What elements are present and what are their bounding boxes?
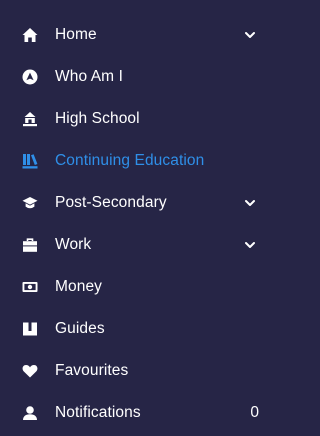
nav-item-post-secondary-label: Post-Secondary bbox=[55, 194, 167, 211]
nav-item-home-label: Home bbox=[55, 26, 97, 43]
chevron-down-icon[interactable] bbox=[244, 197, 256, 209]
nav-item-home[interactable]: Home bbox=[0, 15, 282, 55]
nav-item-high-school-label: High School bbox=[55, 110, 140, 127]
nav-item-notifications[interactable]: Notifications 0 bbox=[0, 393, 282, 433]
nav-item-guides[interactable]: Guides bbox=[0, 309, 282, 349]
nav-item-favourites[interactable]: Favourites bbox=[0, 351, 282, 391]
nav-item-continuing-education[interactable]: Continuing Education bbox=[0, 141, 282, 181]
heart-icon bbox=[22, 363, 38, 379]
nav-item-favourites-label: Favourites bbox=[55, 362, 129, 379]
nav-item-who-am-i-label: Who Am I bbox=[55, 68, 123, 85]
notification-count: 0 bbox=[250, 404, 259, 421]
briefcase-icon bbox=[22, 237, 38, 253]
nav-item-continuing-education-label: Continuing Education bbox=[55, 152, 205, 169]
nav-item-post-secondary[interactable]: Post-Secondary bbox=[0, 183, 282, 223]
home-icon bbox=[22, 27, 38, 43]
sidebar-nav: Home Who Am I High School Continuing Edu… bbox=[0, 0, 282, 436]
school-icon bbox=[22, 111, 38, 127]
nav-item-guides-label: Guides bbox=[55, 320, 105, 337]
nav-item-work[interactable]: Work bbox=[0, 225, 282, 265]
nav-item-high-school[interactable]: High School bbox=[0, 99, 282, 139]
nav-item-who-am-i[interactable]: Who Am I bbox=[0, 57, 282, 97]
compass-icon bbox=[22, 69, 38, 85]
chevron-down-icon[interactable] bbox=[244, 29, 256, 41]
chevron-down-icon[interactable] bbox=[244, 239, 256, 251]
money-icon bbox=[22, 279, 38, 295]
nav-item-work-label: Work bbox=[55, 236, 92, 253]
nav-item-money-label: Money bbox=[55, 278, 103, 295]
book-icon bbox=[22, 321, 38, 337]
graduation-cap-icon bbox=[22, 195, 38, 211]
nav-item-money[interactable]: Money bbox=[0, 267, 282, 307]
nav-item-notifications-label: Notifications bbox=[55, 404, 141, 421]
bell-icon bbox=[22, 405, 38, 421]
books-icon bbox=[22, 153, 38, 169]
